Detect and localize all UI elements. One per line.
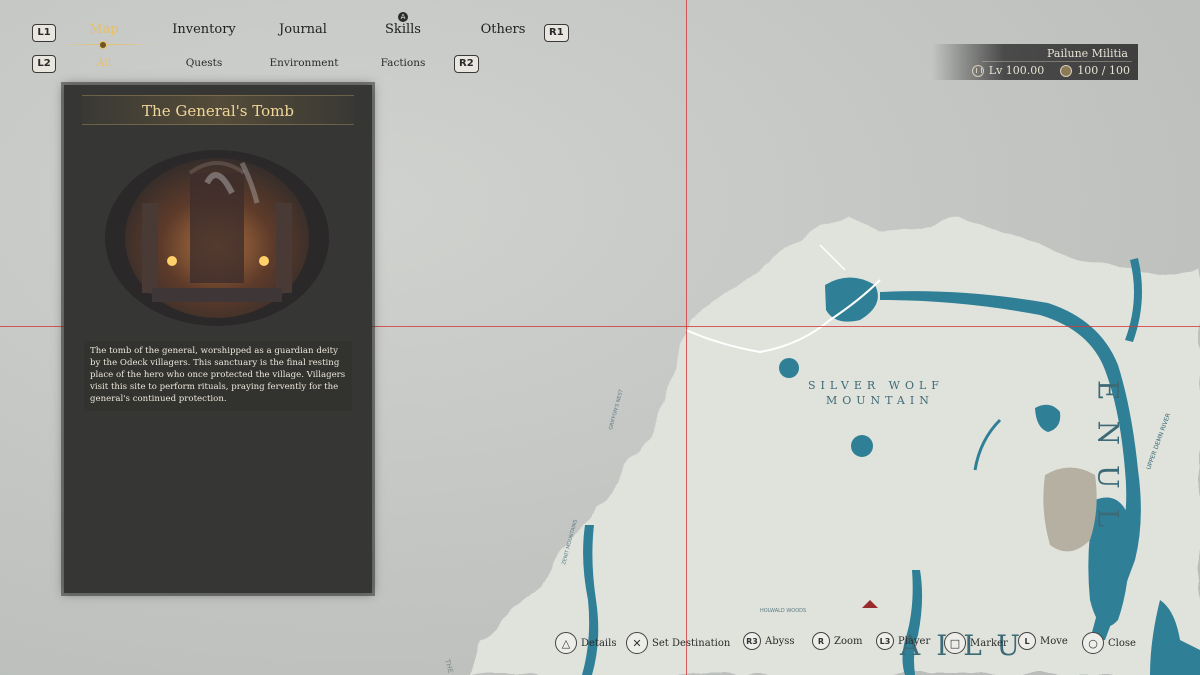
control-set-destination-label: Set Destination [652,637,731,649]
control-abyss-label: Abyss [765,635,795,647]
control-move[interactable]: L Move [1018,632,1068,650]
control-close-label: Close [1108,637,1136,649]
control-details[interactable]: △ Details [555,632,616,654]
l-stick-icon: L [1018,632,1036,650]
player-info-panel: Pailune Militia Lv 100.00 100 / 100 [932,44,1138,80]
level-icon [971,64,984,77]
circle-icon: ○ [1082,632,1104,654]
control-move-label: Move [1040,635,1068,647]
control-abyss[interactable]: R3 Abyss [743,632,795,650]
map-label-mountain-1: SILVER WOLF [808,379,944,392]
tab-inventory[interactable]: Inventory [170,22,238,37]
subtab-environment[interactable]: Environment [266,57,342,69]
tab-journal[interactable]: Journal [278,22,328,37]
control-close[interactable]: ○ Close [1082,632,1136,654]
cross-icon: ✕ [626,632,648,654]
player-stats: Lv 100.00 100 / 100 [971,64,1130,77]
control-zoom-label: Zoom [834,635,863,647]
location-info-panel: The General's Tomb The tomb of the gener… [64,85,372,593]
control-player-label: Player [898,635,931,647]
subtab-factions[interactable]: Factions [376,57,430,69]
control-details-label: Details [581,637,617,649]
player-level: Lv 100.00 [988,64,1045,77]
control-zoom[interactable]: R Zoom [812,632,862,650]
r2-button[interactable]: R2 [454,55,479,73]
control-set-destination[interactable]: ✕ Set Destination [626,632,730,654]
location-illustration [92,143,342,333]
location-title-bar: The General's Tomb [82,95,354,125]
tab-map[interactable]: Map [86,22,122,37]
active-tab-dot [99,41,107,49]
control-marker[interactable]: □ Marker [944,632,1008,654]
r-stick-icon: R [812,632,830,650]
player-info-divider [982,61,1132,62]
r3-icon: R3 [743,632,761,650]
player-hp: 100 / 100 [1077,64,1130,77]
tab-others[interactable]: Others [480,22,526,37]
l2-button[interactable]: L2 [32,55,56,73]
torch-left-icon [167,256,177,266]
player-faction: Pailune Militia [1047,47,1128,60]
control-marker-label: Marker [970,637,1008,649]
tab-skills[interactable]: Skills [383,22,423,37]
health-icon [1060,64,1073,77]
map-label-region-east: ENUL [1092,380,1125,547]
control-player[interactable]: L3 Player [876,632,930,650]
torch-right-icon [259,256,269,266]
town-area [1043,467,1097,552]
r1-button[interactable]: R1 [544,24,569,42]
l3-icon: L3 [876,632,894,650]
triangle-icon: △ [555,632,577,654]
subtab-quests[interactable]: Quests [180,57,228,69]
square-icon: □ [944,632,966,654]
map-label-mountain-2: MOUNTAIN [826,394,934,407]
map-label-small-2: HOLWALD WOODS [760,608,806,614]
skills-notification-icon: A [398,12,408,22]
subtab-all[interactable]: All [90,57,118,69]
location-title: The General's Tomb [142,102,294,120]
location-description: The tomb of the general, worshipped as a… [84,341,352,411]
l1-button[interactable]: L1 [32,24,56,42]
crosshair-vertical [686,0,687,675]
